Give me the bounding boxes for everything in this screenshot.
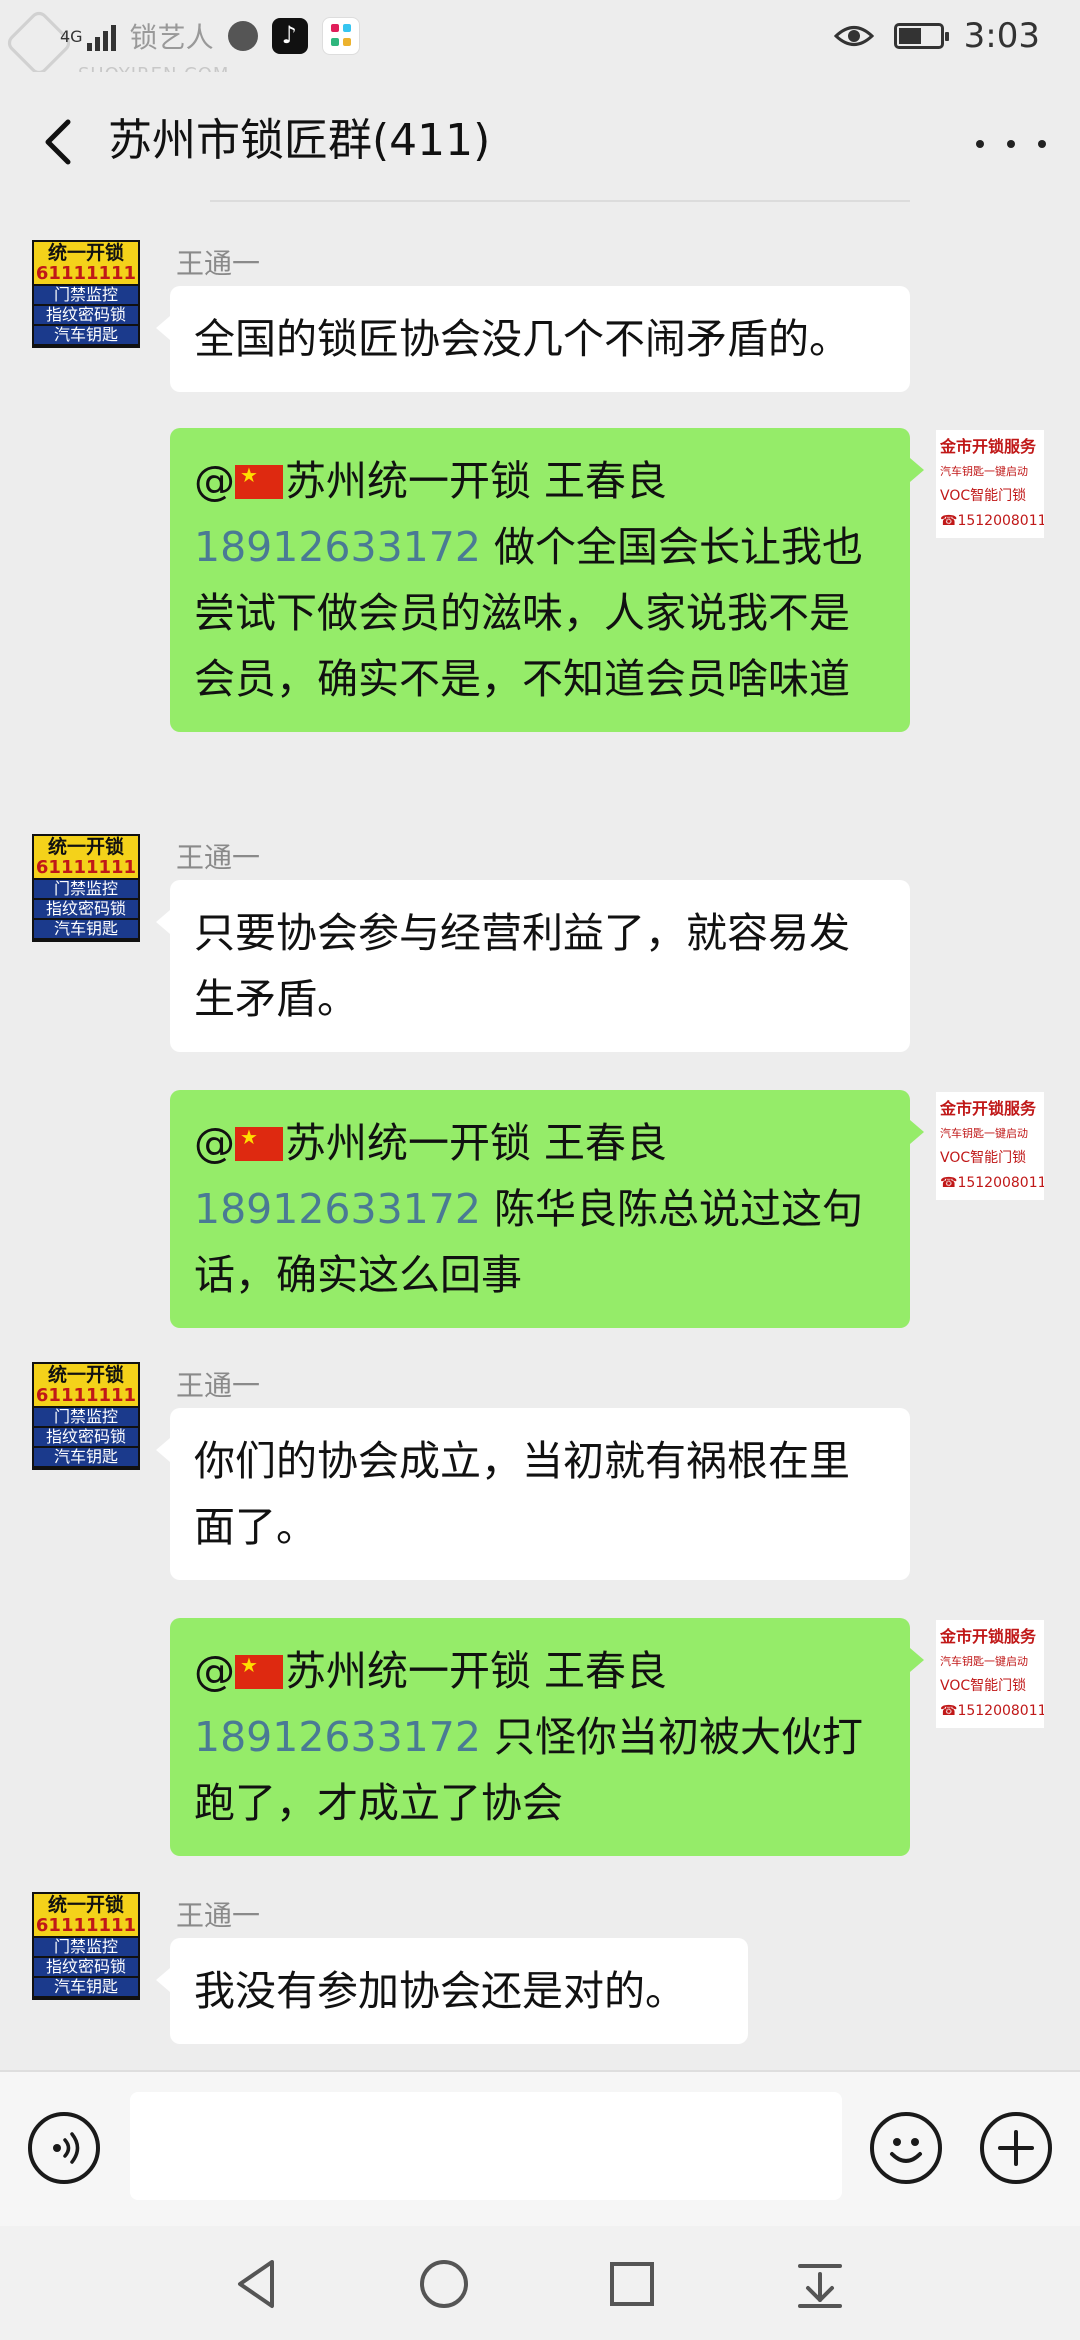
phone-link[interactable]: 18912633172: [194, 523, 481, 571]
mention-name: 苏州统一开锁 王春良: [285, 1647, 668, 1695]
eye-comfort-icon: [833, 26, 874, 46]
avatar-text: 汽车钥匙一键启动: [940, 1127, 1028, 1140]
phone-link[interactable]: 18912633172: [194, 1185, 481, 1233]
china-flag-icon: [235, 1123, 283, 1161]
avatar[interactable]: 统一开锁 61111111 门禁监控 指纹密码锁 汽车钥匙: [32, 240, 140, 348]
avatar[interactable]: 金市开锁服务 汽车钥匙一键启动 VOC智能门锁 ☎15120080110: [936, 1620, 1044, 1728]
avatar-text: ☎15120080110: [940, 1175, 1044, 1191]
slack-like-app-icon: [321, 17, 360, 55]
message-bubble[interactable]: @苏州统一开锁 王春良 18912633172 只怪你当初被大伙打跑了，才成立了…: [170, 1618, 924, 1856]
mention-name: 苏州统一开锁 王春良: [285, 1119, 668, 1167]
avatar-text: 金市开锁服务: [940, 437, 1037, 456]
avatar[interactable]: 统一开锁 61111111 门禁监控 指纹密码锁 汽车钥匙: [32, 1362, 140, 1470]
avatar-text: 统一开锁: [34, 242, 138, 264]
avatar-text: 门禁监控: [34, 880, 138, 898]
nav-recents-icon[interactable]: [604, 2256, 660, 2312]
mention-at: @: [194, 457, 235, 505]
nav-notification-pull-icon[interactable]: [792, 2256, 848, 2312]
sender-name: 王通一: [176, 1899, 261, 1932]
status-bar: SUOYIREN.COM 4G 锁艺人 ♪ 3:03: [0, 0, 1080, 85]
avatar-text: 汽车钥匙一键启动: [940, 465, 1028, 478]
watermark-chars: 锁艺人: [129, 21, 214, 54]
message-list[interactable]: 统一开锁 61111111 门禁监控 指纹密码锁 汽车钥匙 王通一 全国的锁匠协…: [0, 212, 1080, 2070]
signal-icon: [86, 21, 116, 51]
app-notification-icon: [227, 21, 258, 51]
status-left: 4G 锁艺人 ♪: [60, 14, 360, 58]
phone-link[interactable]: 18912633172: [194, 1713, 481, 1761]
china-flag-icon: [235, 461, 283, 499]
avatar-text: ☎15120080110: [940, 1703, 1044, 1719]
mention-at: @: [194, 1119, 235, 1167]
avatar-text: 汽车钥匙: [34, 326, 138, 344]
message-bubble[interactable]: 我没有参加协会还是对的。: [156, 1938, 748, 2044]
message-bubble[interactable]: @苏州统一开锁 王春良 18912633172 陈华良陈总说过这句话，确实这么回…: [170, 1090, 924, 1328]
avatar-text: 统一开锁: [34, 836, 138, 858]
avatar-text: 门禁监控: [34, 1938, 138, 1956]
voice-input-icon[interactable]: [28, 2112, 100, 2184]
avatar-text: 指纹密码锁: [34, 900, 138, 918]
more-functions-icon[interactable]: [980, 2112, 1052, 2184]
avatar-text: ☎15120080110: [940, 513, 1044, 529]
avatar-text: 门禁监控: [34, 286, 138, 304]
sender-name: 王通一: [176, 841, 261, 874]
more-dots-icon[interactable]: [976, 124, 1046, 164]
avatar[interactable]: 金市开锁服务 汽车钥匙一键启动 VOC智能门锁 ☎15120080110: [936, 1092, 1044, 1200]
avatar-text: 汽车钥匙: [34, 920, 138, 938]
avatar-text: 汽车钥匙一键启动: [940, 1655, 1028, 1668]
chat-title: 苏州市锁匠群(411): [108, 115, 491, 166]
avatar[interactable]: 统一开锁 61111111 门禁监控 指纹密码锁 汽车钥匙: [32, 1892, 140, 2000]
divider: [210, 200, 910, 202]
avatar-text: 统一开锁: [34, 1894, 138, 1916]
battery-icon: [893, 23, 949, 49]
avatar-text: 金市开锁服务: [940, 1627, 1037, 1646]
avatar-text: 汽车钥匙: [34, 1978, 138, 1996]
avatar[interactable]: 统一开锁 61111111 门禁监控 指纹密码锁 汽车钥匙: [32, 834, 140, 942]
network-label: 4G: [60, 26, 83, 46]
avatar-text: 门禁监控: [34, 1408, 138, 1426]
message-bubble[interactable]: 只要协会参与经营利益了，就容易发生矛盾。: [156, 880, 910, 1052]
avatar-text: 统一开锁: [34, 1364, 138, 1386]
avatar-text: 金市开锁服务: [940, 1099, 1037, 1118]
avatar-text: 指纹密码锁: [34, 1428, 138, 1446]
sender-name: 王通一: [176, 1369, 261, 1402]
system-nav-bar: [0, 2226, 1080, 2340]
message-input[interactable]: [130, 2092, 842, 2200]
avatar-text: 指纹密码锁: [34, 1958, 138, 1976]
avatar-text: VOC智能门锁: [940, 488, 1027, 504]
china-flag-icon: [235, 1651, 283, 1689]
nav-back-icon[interactable]: [228, 2256, 284, 2312]
message-bubble[interactable]: 全国的锁匠协会没几个不闹矛盾的。: [156, 286, 910, 392]
avatar-text: 61111111: [34, 1385, 138, 1406]
avatar-text: VOC智能门锁: [940, 1150, 1027, 1166]
tiktok-icon: ♪: [271, 18, 308, 54]
nav-home-icon[interactable]: [416, 2256, 472, 2312]
sender-name: 王通一: [176, 247, 261, 280]
avatar-text: 指纹密码锁: [34, 306, 138, 324]
clock: 3:03: [963, 16, 1040, 56]
chat-header: 苏州市锁匠群(411): [0, 72, 1080, 212]
message-bubble[interactable]: 你们的协会成立，当初就有祸根在里面了。: [156, 1408, 910, 1580]
input-bar: [0, 2070, 1080, 2228]
back-arrow-icon[interactable]: [30, 112, 90, 172]
avatar-text: VOC智能门锁: [940, 1678, 1027, 1694]
avatar-text: 汽车钥匙: [34, 1448, 138, 1466]
status-right: 3:03: [833, 12, 1040, 60]
avatar[interactable]: 金市开锁服务 汽车钥匙一键启动 VOC智能门锁 ☎15120080110: [936, 430, 1044, 538]
emoji-icon[interactable]: [870, 2112, 942, 2184]
mention-at: @: [194, 1647, 235, 1695]
avatar-text: 61111111: [34, 857, 138, 878]
message-bubble[interactable]: @苏州统一开锁 王春良 18912633172 做个全国会长让我也尝试下做会员的…: [170, 428, 924, 732]
avatar-text: 61111111: [34, 1915, 138, 1936]
mention-name: 苏州统一开锁 王春良: [285, 457, 668, 505]
avatar-text: 61111111: [34, 263, 138, 284]
